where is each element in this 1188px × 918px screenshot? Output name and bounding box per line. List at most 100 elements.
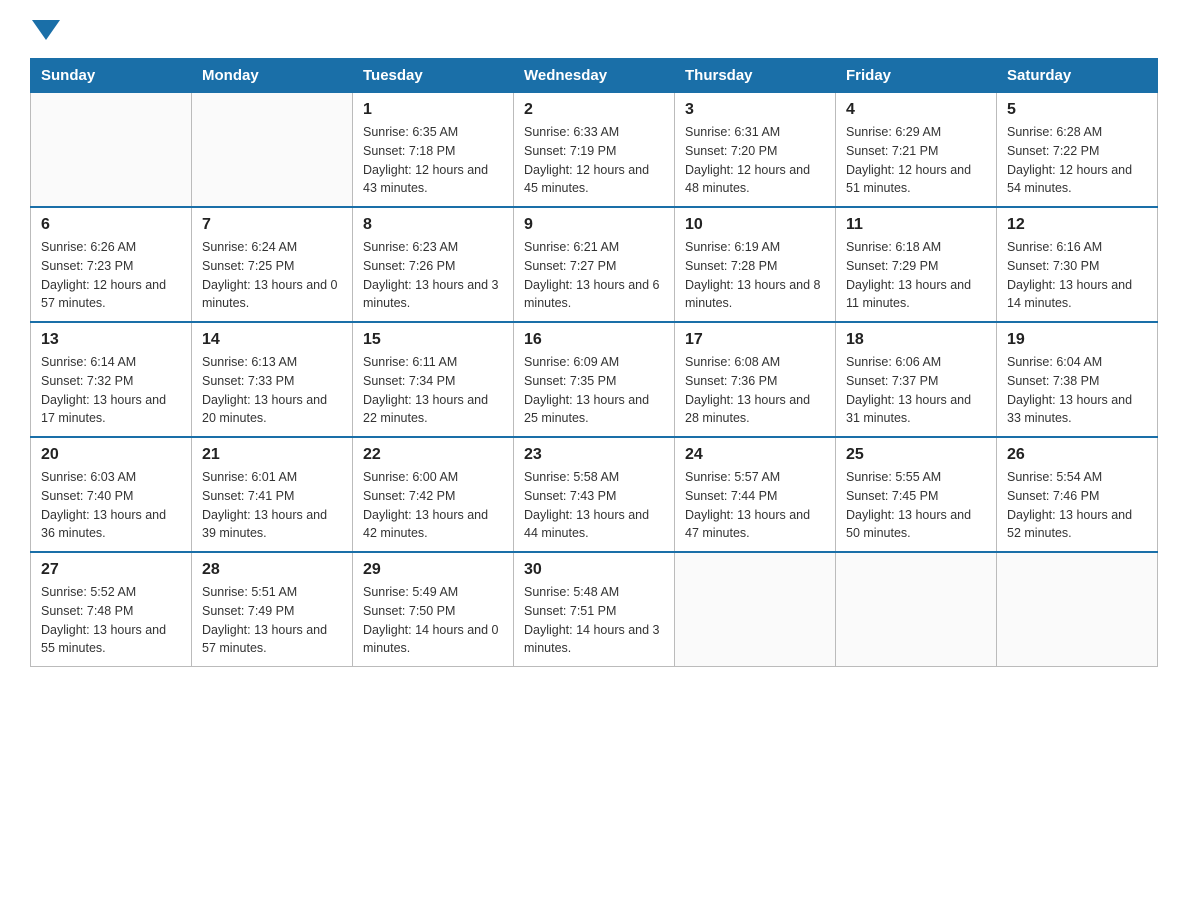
calendar-day-cell: 1 Sunrise: 6:35 AMSunset: 7:18 PMDaylight…	[353, 93, 514, 208]
calendar-day-cell: 9 Sunrise: 6:21 AMSunset: 7:27 PMDaylight…	[514, 207, 675, 322]
weekday-header-thursday: Thursday	[675, 59, 836, 93]
day-number: 3	[685, 101, 825, 119]
day-number: 24	[685, 446, 825, 464]
day-info: Sunrise: 6:19 AMSunset: 7:28 PMDaylight:…	[685, 238, 825, 313]
weekday-header-friday: Friday	[836, 59, 997, 93]
page-header	[30, 20, 1158, 40]
day-number: 11	[846, 216, 986, 234]
day-info: Sunrise: 5:57 AMSunset: 7:44 PMDaylight:…	[685, 468, 825, 543]
day-number: 4	[846, 101, 986, 119]
calendar-day-cell	[31, 93, 192, 208]
weekday-header-saturday: Saturday	[997, 59, 1158, 93]
calendar-day-cell: 14 Sunrise: 6:13 AMSunset: 7:33 PMDayligh…	[192, 322, 353, 437]
calendar-day-cell: 26 Sunrise: 5:54 AMSunset: 7:46 PMDayligh…	[997, 437, 1158, 552]
calendar-day-cell: 21Sunrise: 6:01 AMSunset: 7:41 PMDayligh…	[192, 437, 353, 552]
day-number: 12	[1007, 216, 1147, 234]
day-info: Sunrise: 6:04 AMSunset: 7:38 PMDaylight:…	[1007, 353, 1147, 428]
day-number: 13	[41, 331, 181, 349]
day-info: Sunrise: 5:49 AMSunset: 7:50 PMDaylight:…	[363, 583, 503, 658]
day-info: Sunrise: 5:54 AMSunset: 7:46 PMDaylight:…	[1007, 468, 1147, 543]
day-info: Sunrise: 6:31 AMSunset: 7:20 PMDaylight:…	[685, 123, 825, 198]
day-number: 14	[202, 331, 342, 349]
calendar-day-cell: 12 Sunrise: 6:16 AMSunset: 7:30 PMDayligh…	[997, 207, 1158, 322]
weekday-header-tuesday: Tuesday	[353, 59, 514, 93]
calendar-day-cell: 3 Sunrise: 6:31 AMSunset: 7:20 PMDaylight…	[675, 93, 836, 208]
calendar-day-cell: 20 Sunrise: 6:03 AMSunset: 7:40 PMDayligh…	[31, 437, 192, 552]
day-number: 2	[524, 101, 664, 119]
calendar-day-cell: 29 Sunrise: 5:49 AMSunset: 7:50 PMDayligh…	[353, 552, 514, 667]
day-info: Sunrise: 6:01 AMSunset: 7:41 PMDaylight:…	[202, 468, 342, 543]
day-info: Sunrise: 6:21 AMSunset: 7:27 PMDaylight:…	[524, 238, 664, 313]
weekday-header-wednesday: Wednesday	[514, 59, 675, 93]
calendar-day-cell: 24 Sunrise: 5:57 AMSunset: 7:44 PMDayligh…	[675, 437, 836, 552]
day-number: 30	[524, 561, 664, 579]
day-number: 6	[41, 216, 181, 234]
day-info: Sunrise: 5:48 AMSunset: 7:51 PMDaylight:…	[524, 583, 664, 658]
calendar-day-cell: 28 Sunrise: 5:51 AMSunset: 7:49 PMDayligh…	[192, 552, 353, 667]
calendar-day-cell: 22Sunrise: 6:00 AMSunset: 7:42 PMDayligh…	[353, 437, 514, 552]
calendar-week-row: 27 Sunrise: 5:52 AMSunset: 7:48 PMDayligh…	[31, 552, 1158, 667]
calendar-day-cell: 17Sunrise: 6:08 AMSunset: 7:36 PMDayligh…	[675, 322, 836, 437]
calendar-table: SundayMondayTuesdayWednesdayThursdayFrid…	[30, 58, 1158, 667]
calendar-day-cell: 23 Sunrise: 5:58 AMSunset: 7:43 PMDayligh…	[514, 437, 675, 552]
logo-triangle-icon	[32, 20, 60, 40]
day-number: 9	[524, 216, 664, 234]
day-number: 7	[202, 216, 342, 234]
day-number: 26	[1007, 446, 1147, 464]
day-info: Sunrise: 5:52 AMSunset: 7:48 PMDaylight:…	[41, 583, 181, 658]
calendar-day-cell: 19 Sunrise: 6:04 AMSunset: 7:38 PMDayligh…	[997, 322, 1158, 437]
calendar-week-row: 13 Sunrise: 6:14 AMSunset: 7:32 PMDayligh…	[31, 322, 1158, 437]
calendar-day-cell	[836, 552, 997, 667]
calendar-week-row: 1 Sunrise: 6:35 AMSunset: 7:18 PMDaylight…	[31, 93, 1158, 208]
calendar-day-cell: 2Sunrise: 6:33 AMSunset: 7:19 PMDaylight…	[514, 93, 675, 208]
day-number: 27	[41, 561, 181, 579]
day-info: Sunrise: 6:28 AMSunset: 7:22 PMDaylight:…	[1007, 123, 1147, 198]
day-info: Sunrise: 6:09 AMSunset: 7:35 PMDaylight:…	[524, 353, 664, 428]
day-number: 16	[524, 331, 664, 349]
day-number: 10	[685, 216, 825, 234]
day-number: 19	[1007, 331, 1147, 349]
day-info: Sunrise: 5:51 AMSunset: 7:49 PMDaylight:…	[202, 583, 342, 658]
calendar-day-cell: 6 Sunrise: 6:26 AMSunset: 7:23 PMDaylight…	[31, 207, 192, 322]
day-number: 15	[363, 331, 503, 349]
day-number: 25	[846, 446, 986, 464]
day-number: 8	[363, 216, 503, 234]
day-info: Sunrise: 6:16 AMSunset: 7:30 PMDaylight:…	[1007, 238, 1147, 313]
weekday-header-sunday: Sunday	[31, 59, 192, 93]
calendar-day-cell: 10 Sunrise: 6:19 AMSunset: 7:28 PMDayligh…	[675, 207, 836, 322]
day-info: Sunrise: 6:18 AMSunset: 7:29 PMDaylight:…	[846, 238, 986, 313]
day-info: Sunrise: 6:26 AMSunset: 7:23 PMDaylight:…	[41, 238, 181, 313]
calendar-day-cell: 27 Sunrise: 5:52 AMSunset: 7:48 PMDayligh…	[31, 552, 192, 667]
calendar-week-row: 6 Sunrise: 6:26 AMSunset: 7:23 PMDaylight…	[31, 207, 1158, 322]
calendar-day-cell: 30 Sunrise: 5:48 AMSunset: 7:51 PMDayligh…	[514, 552, 675, 667]
calendar-day-cell: 18Sunrise: 6:06 AMSunset: 7:37 PMDayligh…	[836, 322, 997, 437]
day-info: Sunrise: 6:08 AMSunset: 7:36 PMDaylight:…	[685, 353, 825, 428]
calendar-day-cell: 15Sunrise: 6:11 AMSunset: 7:34 PMDayligh…	[353, 322, 514, 437]
day-number: 23	[524, 446, 664, 464]
day-info: Sunrise: 5:58 AMSunset: 7:43 PMDaylight:…	[524, 468, 664, 543]
calendar-day-cell: 8 Sunrise: 6:23 AMSunset: 7:26 PMDaylight…	[353, 207, 514, 322]
calendar-day-cell: 25 Sunrise: 5:55 AMSunset: 7:45 PMDayligh…	[836, 437, 997, 552]
day-info: Sunrise: 5:55 AMSunset: 7:45 PMDaylight:…	[846, 468, 986, 543]
day-number: 28	[202, 561, 342, 579]
calendar-day-cell: 4Sunrise: 6:29 AMSunset: 7:21 PMDaylight…	[836, 93, 997, 208]
day-info: Sunrise: 6:35 AMSunset: 7:18 PMDaylight:…	[363, 123, 503, 198]
calendar-day-cell: 5Sunrise: 6:28 AMSunset: 7:22 PMDaylight…	[997, 93, 1158, 208]
day-number: 1	[363, 101, 503, 119]
calendar-day-cell: 13 Sunrise: 6:14 AMSunset: 7:32 PMDayligh…	[31, 322, 192, 437]
weekday-header-monday: Monday	[192, 59, 353, 93]
calendar-day-cell	[997, 552, 1158, 667]
calendar-week-row: 20 Sunrise: 6:03 AMSunset: 7:40 PMDayligh…	[31, 437, 1158, 552]
day-info: Sunrise: 6:14 AMSunset: 7:32 PMDaylight:…	[41, 353, 181, 428]
day-info: Sunrise: 6:03 AMSunset: 7:40 PMDaylight:…	[41, 468, 181, 543]
calendar-day-cell: 7 Sunrise: 6:24 AMSunset: 7:25 PMDaylight…	[192, 207, 353, 322]
day-number: 29	[363, 561, 503, 579]
day-number: 20	[41, 446, 181, 464]
calendar-header-row: SundayMondayTuesdayWednesdayThursdayFrid…	[31, 59, 1158, 93]
day-info: Sunrise: 6:23 AMSunset: 7:26 PMDaylight:…	[363, 238, 503, 313]
logo	[30, 20, 62, 40]
day-info: Sunrise: 6:24 AMSunset: 7:25 PMDaylight:…	[202, 238, 342, 313]
calendar-day-cell: 16 Sunrise: 6:09 AMSunset: 7:35 PMDayligh…	[514, 322, 675, 437]
day-info: Sunrise: 6:06 AMSunset: 7:37 PMDaylight:…	[846, 353, 986, 428]
day-info: Sunrise: 6:13 AMSunset: 7:33 PMDaylight:…	[202, 353, 342, 428]
